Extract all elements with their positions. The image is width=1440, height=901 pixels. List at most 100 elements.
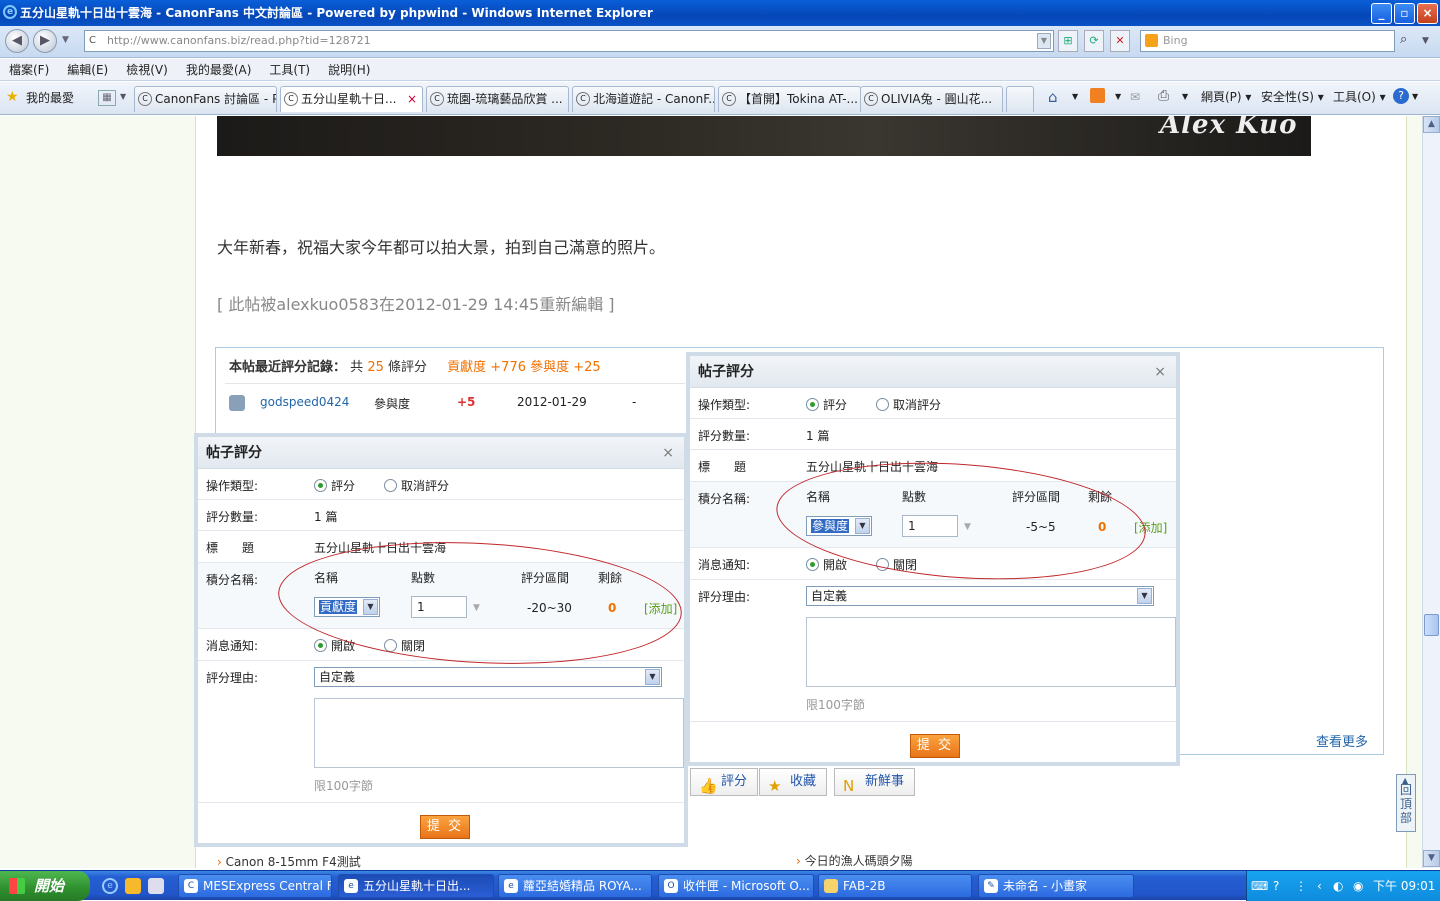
search-input[interactable]: Bing (1140, 30, 1395, 52)
quick-tabs-icon[interactable]: ▦ (98, 90, 116, 106)
favorites-label[interactable]: 我的最愛 (26, 89, 74, 106)
op-rate-radio[interactable]: 評分 (314, 477, 355, 494)
volume-icon[interactable]: ◉ (1353, 871, 1363, 901)
paint-icon: ✎ (984, 879, 998, 893)
tools-menu-button[interactable]: 工具(O) ▾ (1333, 88, 1386, 106)
related-link-2[interactable]: › 今日的漁人碼頭夕陽 (796, 852, 913, 868)
operation-label: 操作類型: (206, 479, 259, 493)
safety-menu-button[interactable]: 安全性(S) ▾ (1261, 88, 1324, 106)
taskbar-item-outlook[interactable]: O 收件匣 - Microsoft O... (658, 874, 814, 898)
close-window-button[interactable]: × (1417, 3, 1438, 24)
mail-icon[interactable]: ✉ (1130, 88, 1140, 106)
scroll-up-icon[interactable]: ▲ (1423, 116, 1440, 133)
menu-help[interactable]: 說明(H) (319, 63, 379, 77)
print-dropdown-icon[interactable]: ▼ (1182, 88, 1188, 106)
tray-app-icon[interactable]: ◐ (1333, 871, 1343, 901)
menu-file[interactable]: 檔案(F) (0, 63, 58, 77)
arrow-left-icon[interactable]: ‹ (1317, 871, 1322, 901)
compatibility-icon[interactable]: ⊞ (1058, 30, 1078, 52)
start-button[interactable]: 開始 (0, 871, 90, 901)
home-icon[interactable]: ⌂ (1048, 88, 1058, 106)
menu-tools[interactable]: 工具(T) (260, 63, 319, 77)
back-to-top-button[interactable]: ▲ 回頂部 (1396, 774, 1416, 832)
taskbar-item-mesexpress[interactable]: C MESExpress Central F... (178, 874, 332, 898)
tab-close-icon[interactable]: × (407, 87, 417, 111)
menu-view[interactable]: 檢視(V) (117, 63, 177, 77)
rss-feed-icon[interactable] (1090, 88, 1105, 103)
reason-textarea[interactable] (314, 698, 684, 768)
taskbar-item-folder[interactable]: FAB-2B (818, 874, 972, 898)
search-icon[interactable]: ⌕ (1400, 32, 1407, 47)
minimize-button[interactable]: _ (1371, 3, 1392, 24)
tab-canonfans[interactable]: C CanonFans 討論區 - P... (134, 86, 277, 112)
quicklaunch-app-icon[interactable] (148, 878, 164, 894)
menu-favorites[interactable]: 我的最愛(A) (177, 63, 261, 77)
keyboard-icon[interactable]: ⌨ (1251, 871, 1268, 901)
reason-select[interactable]: 自定義 ▼ (806, 586, 1154, 606)
taskbar-item-ie-royal[interactable]: e 蘿亞結婚精品 ROYA... (498, 874, 652, 898)
maximize-button[interactable]: ▫ (1394, 3, 1415, 24)
address-dropdown-icon[interactable]: ▼ (1037, 33, 1051, 49)
network-icon[interactable]: ⋮ (1295, 871, 1307, 901)
help-icon[interactable]: ? (1393, 88, 1409, 104)
rate-button[interactable]: 👍 評分 (690, 768, 759, 796)
left-column (0, 116, 196, 868)
tab-tokina[interactable]: C 【首開】Tokina AT-... (718, 86, 861, 112)
reason-textarea[interactable] (806, 617, 1176, 687)
scroll-down-icon[interactable]: ▼ (1423, 850, 1440, 867)
dialog-close-icon[interactable]: × (662, 437, 674, 469)
count-label: 評分數量: (698, 429, 751, 443)
clock[interactable]: 下午 09:01 (1373, 871, 1435, 901)
refresh-icon[interactable]: ⟳ (1084, 30, 1104, 52)
submit-button[interactable]: 提 交 (420, 815, 470, 839)
new-tab-button[interactable] (1006, 86, 1034, 112)
tab-glass[interactable]: C 琉園-琉璃藝品欣賞 ... (426, 86, 569, 112)
rating-user-link[interactable]: godspeed0424 (260, 395, 349, 409)
see-more-link[interactable]: 查看更多 (1316, 731, 1368, 750)
taskbar: 開始 e C MESExpress Central F... e 五分山星軌十日出.… (0, 870, 1440, 901)
feed-dropdown-icon[interactable]: ▼ (1115, 88, 1121, 106)
op-rate-radio[interactable]: 評分 (806, 396, 847, 413)
op-cancel-radio[interactable]: 取消評分 (384, 477, 449, 494)
radio-label: 開啟 (823, 558, 848, 572)
favorites-star-icon[interactable]: ★ (6, 89, 19, 105)
page-menu-button[interactable]: 網頁(P) ▾ (1201, 88, 1251, 106)
tab-olivia[interactable]: C OLIVIA兔 - 圓山花... (860, 86, 1003, 112)
help-tray-icon[interactable]: ? (1273, 871, 1279, 901)
back-button[interactable]: ◀ (5, 29, 29, 53)
quicklaunch-outlook-icon[interactable] (125, 878, 141, 894)
menu-edit[interactable]: 編輯(E) (58, 63, 117, 77)
dialog-close-icon[interactable]: × (1154, 356, 1166, 388)
forward-button[interactable]: ▶ (33, 29, 57, 53)
rating-summary: 貢獻度 +776 參與度 +25 (447, 360, 601, 375)
related-link-1[interactable]: › Canon 8-15mm F4測試 (217, 853, 361, 868)
notify-on-radio[interactable]: 開啟 (806, 556, 847, 573)
taskbar-item-paint[interactable]: ✎ 未命名 - 小畫家 (978, 874, 1134, 898)
windows-logo-icon (9, 878, 25, 894)
reason-row: 評分理由: 自定義 ▼ 限100字節 (198, 661, 684, 803)
tab-list-dropdown-icon[interactable]: ▼ (120, 92, 126, 101)
operation-row: 操作類型: 評分 取消評分 (690, 388, 1176, 419)
vertical-scrollbar[interactable]: ▲ ▼ (1422, 116, 1440, 868)
post-photo: Alex Kuo (217, 116, 1311, 156)
print-icon[interactable]: ⎙ (1158, 87, 1169, 105)
arrow-up-icon: ▲ (1402, 776, 1409, 785)
home-dropdown-icon[interactable]: ▼ (1072, 88, 1078, 106)
chevron-down-icon: ▼ (645, 669, 660, 685)
stop-icon[interactable]: ✕ (1110, 30, 1130, 52)
favorite-button[interactable]: ★ 收藏 (759, 768, 828, 796)
help-dropdown-icon[interactable]: ▼ (1412, 88, 1418, 106)
tab-current[interactable]: C 五分山星軌十日... × (280, 86, 423, 112)
news-button[interactable]: N 新鮮事 (834, 768, 916, 796)
history-dropdown-icon[interactable]: ▼ (62, 35, 69, 45)
reason-select[interactable]: 自定義 ▼ (314, 667, 662, 687)
taskbar-item-ie-current[interactable]: e 五分山星軌十日出... (338, 874, 494, 898)
address-input[interactable]: C http://www.canonfans.biz/read.php?tid=… (84, 30, 1054, 52)
search-options-icon[interactable]: ▼ (1422, 36, 1429, 46)
radio-checked-icon (314, 639, 327, 652)
scrollbar-thumb[interactable] (1424, 614, 1439, 636)
op-cancel-radio[interactable]: 取消評分 (876, 396, 941, 413)
quicklaunch-ie-icon[interactable]: e (102, 878, 118, 894)
tab-hokkaido[interactable]: C 北海道遊記 - CanonF... (572, 86, 715, 112)
submit-button[interactable]: 提 交 (910, 734, 960, 758)
